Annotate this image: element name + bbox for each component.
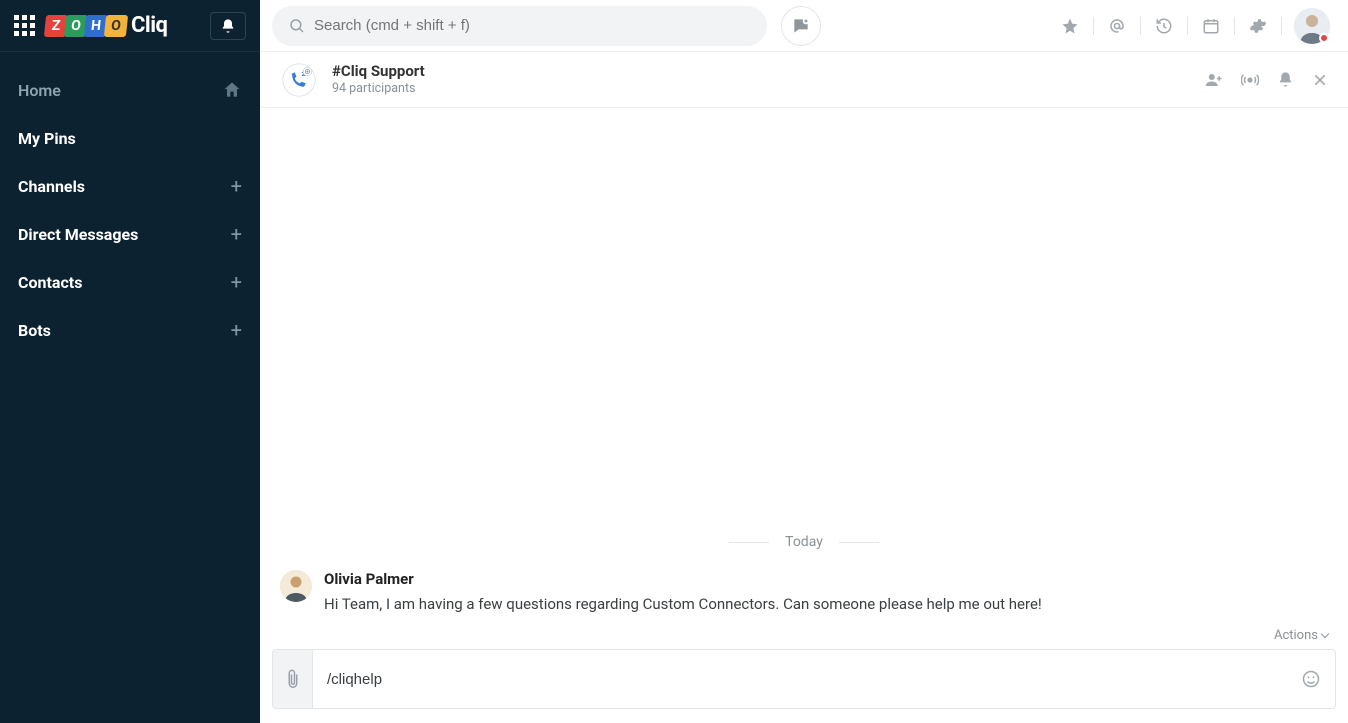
sidebar-item-label: Bots — [18, 321, 51, 340]
day-label: Today — [785, 534, 823, 550]
bell-icon — [220, 18, 236, 34]
main-panel: 24 #Cliq Support 94 participants — [260, 0, 1348, 723]
logo-letter: O — [104, 15, 128, 37]
broadcast-button[interactable] — [1241, 71, 1259, 89]
plus-icon[interactable]: + — [231, 320, 242, 340]
close-icon — [1312, 72, 1328, 88]
support-phone-icon: 24 — [282, 63, 316, 97]
profile-avatar[interactable] — [1294, 8, 1330, 44]
at-icon — [1108, 17, 1126, 35]
avatar-icon — [280, 570, 312, 602]
apps-launcher-icon[interactable] — [14, 15, 35, 36]
emoji-icon — [1301, 669, 1321, 689]
actions-label: Actions — [1274, 628, 1318, 643]
sidebar-item-contacts[interactable]: Contacts + — [0, 258, 260, 306]
calendar-button[interactable] — [1192, 17, 1230, 35]
user-plus-icon — [1205, 71, 1223, 89]
channel-actions — [1205, 71, 1328, 89]
search-box[interactable] — [272, 6, 767, 46]
channel-title-block[interactable]: #Cliq Support 94 participants — [332, 62, 425, 96]
chat-plus-icon — [791, 16, 811, 36]
sidebar-item-my-pins[interactable]: My Pins — [0, 114, 260, 162]
message-list: Today Olivia Palmer Hi Team, I am having… — [260, 108, 1348, 649]
message-body: Olivia Palmer Hi Team, I am having a few… — [324, 570, 1042, 616]
day-divider: Today — [260, 520, 1348, 564]
divider-line — [839, 542, 879, 543]
sidebar-item-home[interactable]: Home — [0, 66, 260, 114]
home-icon — [222, 80, 242, 100]
composer — [260, 649, 1348, 723]
close-channel-button[interactable] — [1312, 72, 1328, 88]
divider — [1281, 17, 1282, 35]
calendar-icon — [1202, 17, 1220, 35]
message-text: Hi Team, I am having a few questions reg… — [324, 594, 1042, 616]
divider — [1140, 17, 1141, 35]
sidebar-header: Z O H O Cliq — [0, 0, 260, 52]
settings-button[interactable] — [1239, 17, 1277, 35]
star-icon — [1061, 17, 1079, 35]
sidebar-item-direct-messages[interactable]: Direct Messages + — [0, 210, 260, 258]
sidebar-item-channels[interactable]: Channels + — [0, 162, 260, 210]
logo-product-name: Cliq — [131, 13, 167, 38]
divider — [1187, 17, 1188, 35]
broadcast-icon — [1241, 71, 1259, 89]
emoji-button[interactable] — [1301, 669, 1321, 689]
channel-notifications-button[interactable] — [1277, 71, 1294, 88]
plus-icon[interactable]: + — [231, 224, 242, 244]
message-actions-row: Actions — [260, 628, 1348, 649]
plus-icon[interactable]: + — [231, 176, 242, 196]
spacer — [260, 108, 1348, 520]
top-bar — [260, 0, 1348, 52]
sidebar: Z O H O Cliq Home My Pins Channels + Dir… — [0, 0, 260, 723]
sidebar-nav: Home My Pins Channels + Direct Messages … — [0, 52, 260, 354]
message-avatar[interactable] — [280, 570, 312, 602]
attach-button[interactable] — [272, 649, 312, 709]
chevron-down-icon — [1321, 629, 1329, 637]
channel-header: 24 #Cliq Support 94 participants — [260, 52, 1348, 108]
history-button[interactable] — [1145, 17, 1183, 35]
message-author[interactable]: Olivia Palmer — [324, 570, 1042, 588]
actions-dropdown[interactable]: Actions — [1274, 628, 1328, 643]
divider-line — [729, 542, 769, 543]
divider — [1093, 17, 1094, 35]
mentions-button[interactable] — [1098, 17, 1136, 35]
top-right-actions — [1051, 8, 1330, 44]
sidebar-item-bots[interactable]: Bots + — [0, 306, 260, 354]
notifications-toggle-button[interactable] — [210, 12, 246, 40]
sidebar-item-label: Channels — [18, 177, 85, 196]
plus-icon[interactable]: + — [231, 272, 242, 292]
add-participant-button[interactable] — [1205, 71, 1223, 89]
sidebar-item-label: Direct Messages — [18, 225, 138, 244]
status-indicator — [1319, 33, 1329, 43]
paperclip-icon — [284, 668, 302, 690]
history-icon — [1155, 17, 1173, 35]
channel-title: #Cliq Support — [332, 62, 425, 81]
quick-compose-button[interactable] — [781, 6, 821, 46]
zoho-cliq-logo[interactable]: Z O H O Cliq — [45, 13, 167, 38]
bell-icon — [1277, 71, 1294, 88]
sidebar-item-label: My Pins — [18, 129, 76, 148]
compose-input[interactable] — [327, 671, 1291, 688]
star-button[interactable] — [1051, 17, 1089, 35]
compose-input-wrap[interactable] — [312, 649, 1336, 709]
sidebar-item-label: Contacts — [18, 273, 82, 292]
message-row[interactable]: Olivia Palmer Hi Team, I am having a few… — [260, 564, 1348, 628]
channel-subtitle: 94 participants — [332, 81, 425, 97]
gear-icon — [1249, 17, 1267, 35]
divider — [1234, 17, 1235, 35]
search-icon — [288, 17, 306, 35]
sidebar-item-label: Home — [18, 81, 61, 100]
search-input[interactable] — [314, 17, 751, 34]
channel-avatar: 24 — [280, 61, 318, 99]
